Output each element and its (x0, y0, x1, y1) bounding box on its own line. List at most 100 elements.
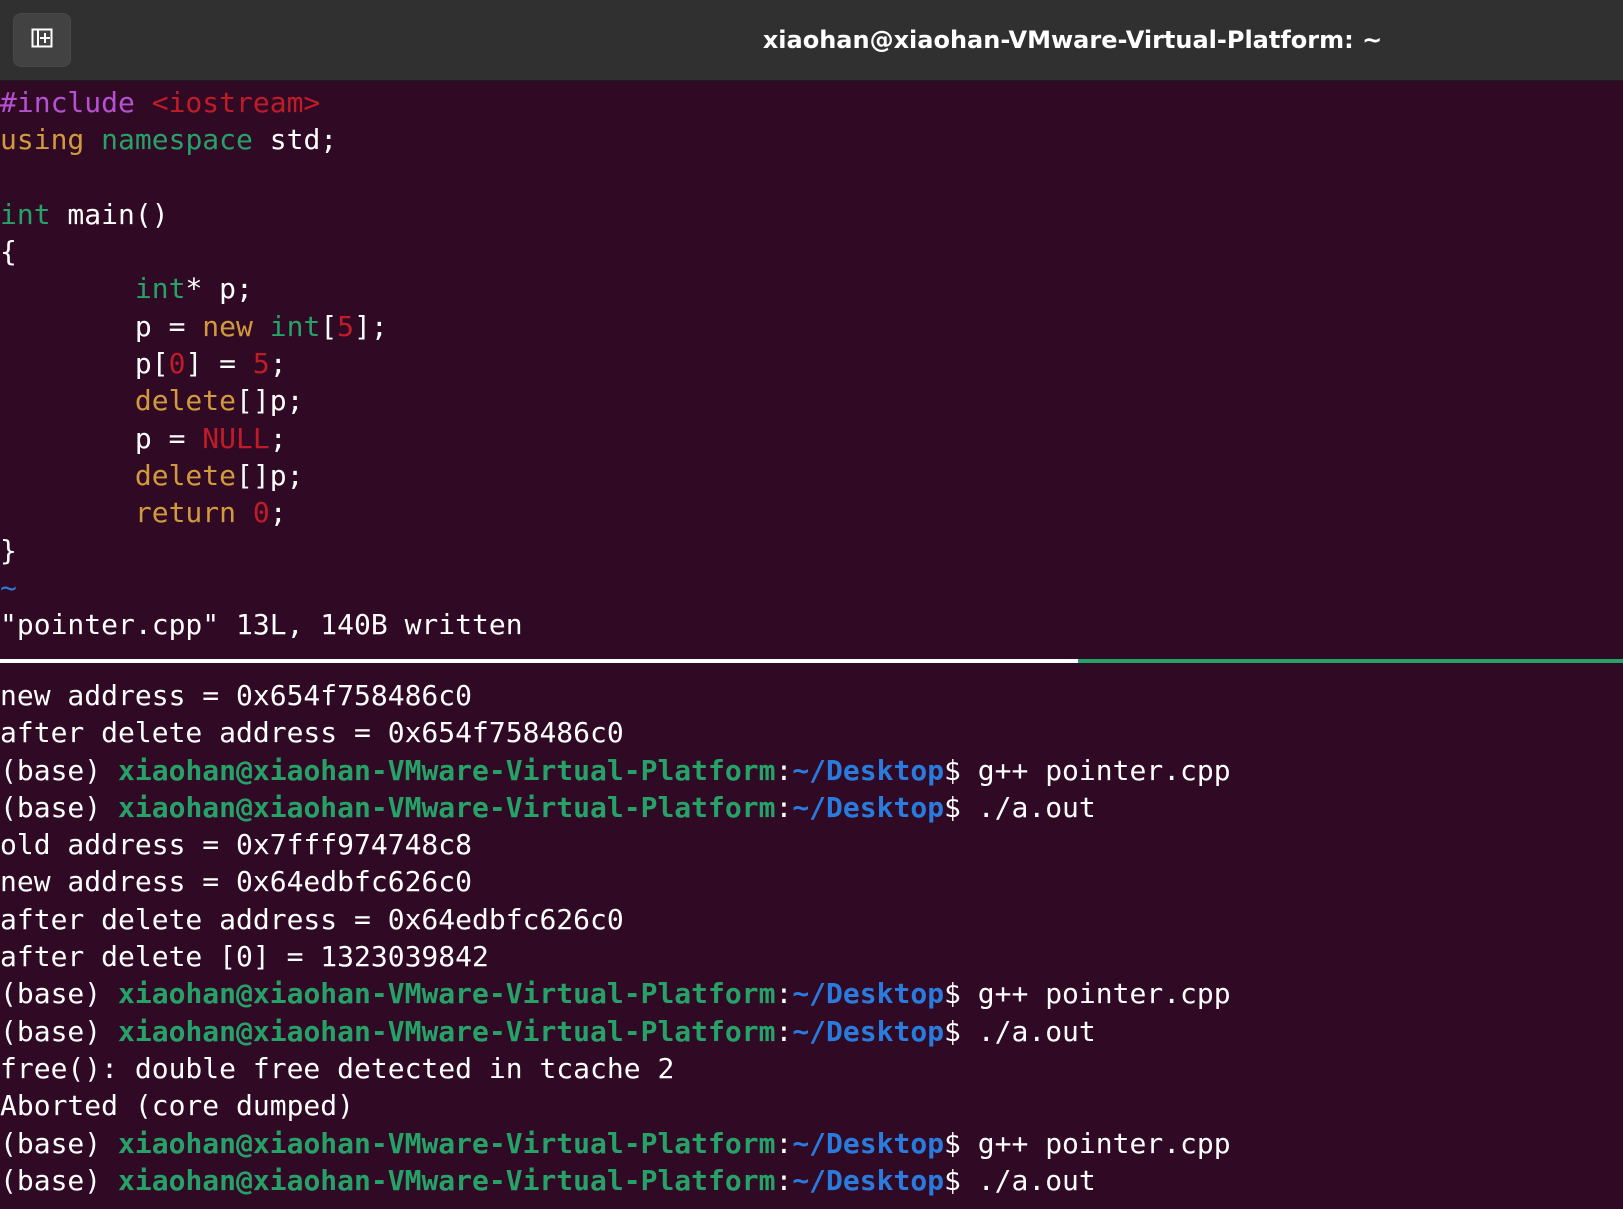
code-line: using namespace std; (0, 121, 1623, 158)
terminal-line-text: xiaohan@xiaohan-VMware-Virtual-Platform (118, 1163, 776, 1197)
terminal-line: (base) xiaohan@xiaohan-VMware-Virtual-Pl… (0, 789, 1623, 826)
terminal-line-text: $ g++ pointer.cpp (944, 1126, 1231, 1160)
terminal-line: old address = 0x7fff974748c8 (0, 826, 1623, 863)
code-line-text: [ (320, 309, 338, 343)
terminal-line-text: xiaohan@xiaohan-VMware-Virtual-Platform (118, 790, 776, 824)
terminal-line-text: (base) (0, 977, 119, 1011)
terminal-line-text: (base) (0, 1014, 119, 1048)
code-line-text: ; (269, 347, 287, 381)
terminal-line-text: old address = 0x7fff974748c8 (0, 828, 473, 862)
terminal-line: (base) xiaohan@xiaohan-VMware-Virtual-Pl… (0, 752, 1623, 789)
terminal-line-text: ~/Desktop (792, 977, 945, 1011)
terminal-line-text: Aborted (core dumped) (0, 1089, 355, 1123)
window-title: xiaohan@xiaohan-VMware-Virtual-Platform:… (762, 26, 1383, 54)
code-line-text: p = (0, 309, 203, 343)
code-line-text: NULL (202, 421, 270, 455)
pane-divider[interactable] (0, 659, 1078, 663)
terminal-line-text: new address = 0x654f758486c0 (0, 679, 473, 712)
code-line-text: p = (0, 421, 203, 455)
code-line: } (0, 532, 1623, 569)
code-line: p[0] = 5; (0, 345, 1623, 382)
vim-editor-pane[interactable]: #include <iostream> using namespace std; i… (0, 84, 1623, 658)
code-line-text: []p; (236, 384, 304, 418)
code-line-text: new (202, 309, 253, 343)
code-line-text: 0 (168, 347, 186, 381)
code-line-text: p[ (0, 347, 169, 381)
code-line: p = NULL; (0, 420, 1623, 457)
terminal-line-text: new address = 0x64edbfc626c0 (0, 865, 473, 899)
terminal-line-text: : (775, 1163, 793, 1197)
terminal-line-text: ~/Desktop (792, 1163, 945, 1197)
terminal-line-text: : (775, 1126, 793, 1160)
code-line-text: 0 (252, 496, 270, 530)
terminal-line-text: after delete address = 0x654f758486c0 (0, 716, 624, 750)
code-line-text: 5 (252, 347, 270, 381)
terminal-line-text: $ ./a.out (944, 1163, 1096, 1197)
code-line: p = new int[5]; (0, 308, 1623, 345)
title-bar: xiaohan@xiaohan-VMware-Virtual-Platform:… (0, 0, 1623, 81)
terminal-line: new address = 0x64edbfc626c0 (0, 863, 1623, 900)
terminal-line-text: xiaohan@xiaohan-VMware-Virtual-Platform (118, 1126, 776, 1160)
code-line-text: int (269, 309, 321, 343)
terminal-line: after delete address = 0x64edbfc626c0 (0, 901, 1623, 938)
code-line-text: std; (252, 123, 338, 157)
code-line-text: int (0, 197, 51, 231)
code-line-text: int (134, 272, 186, 306)
code-line-text: { (0, 235, 17, 269)
new-tab-button[interactable] (13, 13, 71, 67)
code-line-text: using (0, 123, 85, 157)
code-line-text: ; (269, 496, 287, 530)
code-line-text: main() (50, 197, 169, 231)
terminal-line: Aborted (core dumped) (0, 1087, 1623, 1124)
code-line-text: } (0, 533, 17, 567)
terminal-line: (base) xiaohan@xiaohan-VMware-Virtual-Pl… (0, 1125, 1623, 1162)
terminal-line-text: xiaohan@xiaohan-VMware-Virtual-Platform (118, 977, 776, 1011)
vim-status-line: "pointer.cpp" 13L, 140B written (0, 608, 523, 642)
terminal-line-text: $ g++ pointer.cpp (944, 753, 1231, 787)
terminal-line: free(): double free detected in tcache 2 (0, 1050, 1623, 1087)
code-line-text: namespace (101, 123, 253, 157)
code-line: { (0, 233, 1623, 270)
terminal-line: (base) xiaohan@xiaohan-VMware-Virtual-Pl… (0, 1162, 1623, 1199)
code-line-text: <iostream> (151, 86, 321, 119)
terminal-line-text: (base) (0, 1126, 119, 1160)
code-line: int* p; (0, 270, 1623, 307)
terminal-line-text: $ ./a.out (944, 790, 1096, 824)
terminal-line-text: : (775, 790, 793, 824)
pane-divider-active[interactable] (1078, 659, 1623, 663)
code-line: #include <iostream> (0, 84, 1623, 121)
code-line: int main() (0, 196, 1623, 233)
code-line-text: #include (0, 86, 135, 119)
terminal-line-text: $ g++ pointer.cpp (944, 977, 1231, 1011)
terminal-line: (base) xiaohan@xiaohan-VMware-Virtual-Pl… (0, 975, 1623, 1012)
code-line-text: delete (134, 458, 237, 492)
shell-output-pane[interactable]: new address = 0x654f758486c0 after delete… (0, 677, 1623, 1209)
code-line-text: ] = (185, 347, 253, 381)
terminal-line-text: : (775, 753, 793, 787)
terminal-line-text: ~/Desktop (792, 790, 945, 824)
code-line-text: delete (134, 384, 237, 418)
terminal-line-text: : (775, 977, 793, 1011)
code-line: return 0; (0, 494, 1623, 531)
terminal-line-text: free(): double free detected in tcache 2 (0, 1051, 675, 1085)
code-line-text: * p; (185, 272, 253, 306)
terminal-line-text: ~/Desktop (792, 1126, 945, 1160)
terminal-line-text: ~/Desktop (792, 1014, 945, 1048)
terminal-line-text: ~/Desktop (792, 753, 945, 787)
terminal-line-text: (base) (0, 753, 119, 787)
terminal-line: new address = 0x654f758486c0 (0, 677, 1623, 714)
terminal-line-text: (base) (0, 1163, 119, 1197)
terminal-line: (base) xiaohan@xiaohan-VMware-Virtual-Pl… (0, 1013, 1623, 1050)
terminal-line-text: after delete [0] = 1323039842 (0, 940, 489, 974)
terminal-line-text: : (775, 1014, 793, 1048)
terminal-line-text: xiaohan@xiaohan-VMware-Virtual-Platform (118, 753, 776, 787)
code-line-text: ]; (354, 309, 388, 343)
code-line-text: []p; (236, 458, 304, 492)
